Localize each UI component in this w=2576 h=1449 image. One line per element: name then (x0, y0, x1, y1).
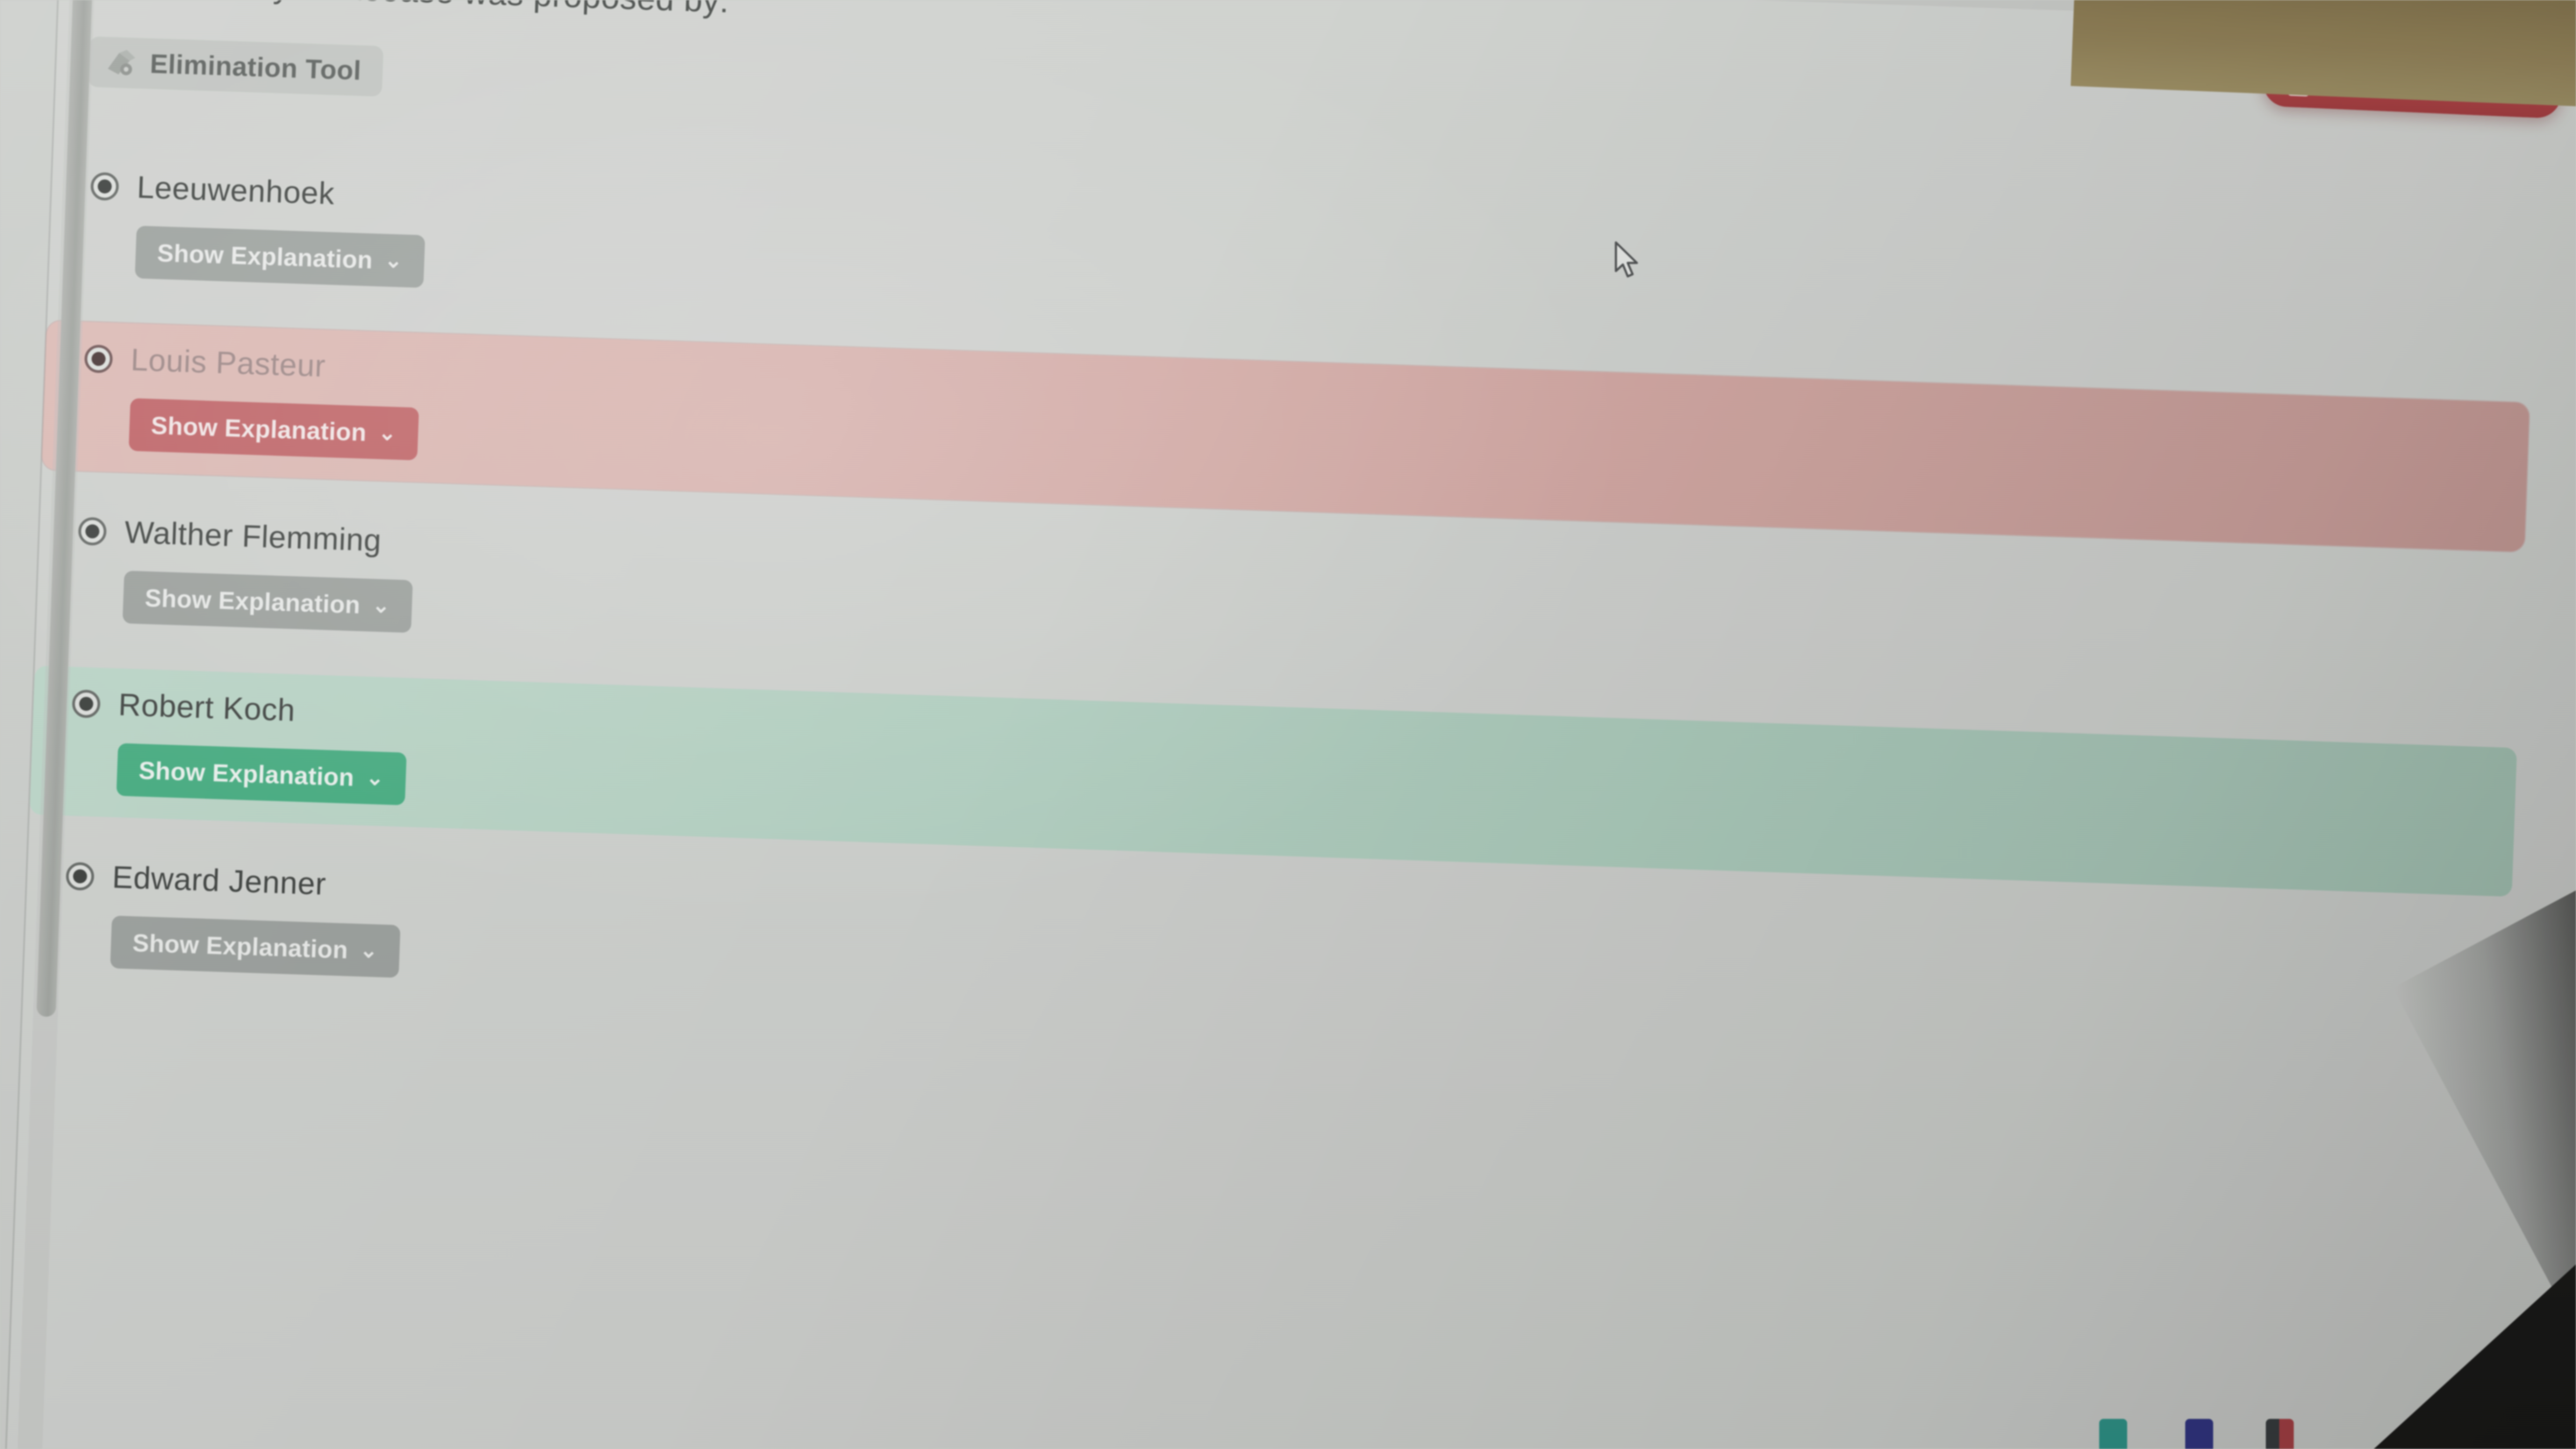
chevron-down-icon: ⌄ (384, 248, 403, 273)
answer-option-label: Robert Koch (118, 687, 296, 728)
answer-option-label: Walther Flemming (124, 515, 382, 559)
mouse-cursor (1613, 241, 1641, 280)
radio-button[interactable] (71, 689, 101, 718)
question-card: Germ Theory of disease was proposed by: … (3, 0, 2576, 1449)
radio-button[interactable] (84, 344, 113, 373)
radio-button[interactable] (65, 861, 95, 891)
chevron-down-icon: ⌄ (365, 766, 385, 790)
chevron-down-icon: ⌄ (371, 593, 391, 618)
bookmark-book-icon (2286, 69, 2311, 97)
elimination-tool-button[interactable]: Elimination Tool (88, 36, 384, 97)
show-explanation-button[interactable]: Show Explanation ⌄ (122, 570, 413, 633)
eraser-icon (104, 48, 137, 77)
answer-option-label: Leeuwenhoek (136, 169, 335, 211)
answer-option-label: Louis Pasteur (130, 342, 326, 384)
show-explanation-label: Show Explanation (156, 239, 374, 274)
chevron-down-icon: ⌄ (377, 420, 397, 445)
answer-option-label: Edward Jenner (111, 859, 327, 902)
show-explanation-label: Show Explanation (144, 583, 361, 619)
show-explanation-label: Show Explanation (132, 929, 349, 964)
remove-from-saved-label: Remove From Saved (2322, 72, 2538, 105)
elimination-tool-label: Elimination Tool (149, 48, 362, 86)
answer-options-list: Leeuwenhoek Show Explanation ⌄ Louis Pas… (23, 148, 2576, 1096)
radio-button[interactable] (77, 516, 107, 546)
chevron-down-icon: ⌄ (359, 938, 378, 963)
remove-from-saved-button[interactable]: Remove From Saved (2262, 57, 2563, 119)
show-explanation-button[interactable]: Show Explanation ⌄ (116, 743, 407, 805)
question-text: Germ Theory of disease was proposed by: (91, 0, 730, 20)
radio-button[interactable] (90, 172, 119, 201)
show-explanation-button[interactable]: Show Explanation ⌄ (134, 225, 425, 288)
browser-viewport: Germ Theory of disease was proposed by: … (0, 0, 2576, 1449)
show-explanation-button[interactable]: Show Explanation ⌄ (128, 398, 419, 461)
show-explanation-label: Show Explanation (138, 756, 355, 791)
show-explanation-label: Show Explanation (151, 411, 367, 447)
show-explanation-button[interactable]: Show Explanation ⌄ (110, 915, 400, 978)
photographed-screen: Germ Theory of disease was proposed by: … (0, 0, 2576, 1449)
